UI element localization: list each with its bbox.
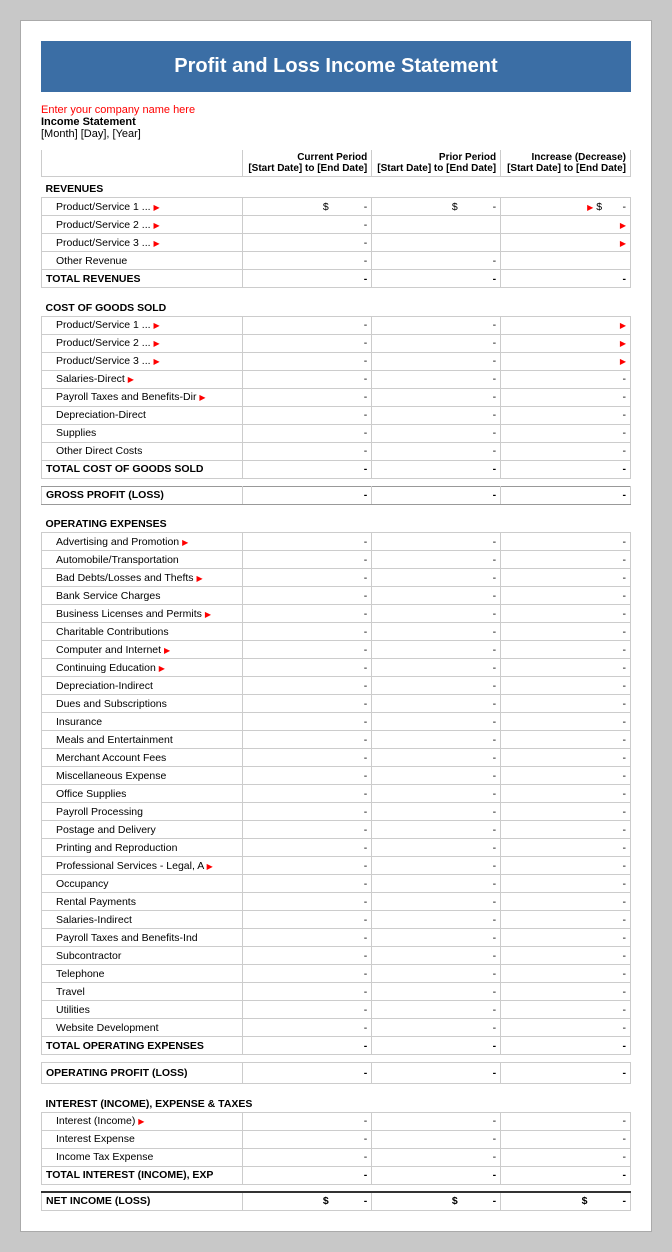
- list-item: Other Revenue - -: [42, 252, 631, 270]
- list-item: Postage and Delivery - - -: [42, 821, 631, 839]
- list-item: Interest (Income) ▶ - - -: [42, 1112, 631, 1130]
- list-item: Office Supplies - - -: [42, 785, 631, 803]
- list-item: Rental Payments - - -: [42, 893, 631, 911]
- list-item: Product/Service 1 ... ▶ $ - $ - ▶ $ -: [42, 198, 631, 216]
- list-item: Depreciation-Indirect - - -: [42, 677, 631, 695]
- company-name-placeholder[interactable]: Enter your company name here: [41, 104, 195, 116]
- spacer: [42, 504, 631, 512]
- list-item: Professional Services - Legal, A ▶ - - -: [42, 857, 631, 875]
- list-item: Product/Service 1 ... ▶ - - ▶: [42, 316, 631, 334]
- list-item: Payroll Taxes and Benefits-Ind - - -: [42, 929, 631, 947]
- total-interest-label: TOTAL INTEREST (INCOME), EXP: [42, 1166, 243, 1184]
- list-item: Printing and Reproduction - - -: [42, 839, 631, 857]
- list-item: Merchant Account Fees - - -: [42, 749, 631, 767]
- list-item: Payroll Processing - - -: [42, 803, 631, 821]
- list-item: Continuing Education ▶ - - -: [42, 659, 631, 677]
- list-item: Website Development - - -: [42, 1019, 631, 1037]
- income-statement-table: Current Period [Start Date] to [End Date…: [41, 150, 631, 1211]
- list-item: Interest Expense - - -: [42, 1130, 631, 1148]
- header-row: Current Period [Start Date] to [End Date…: [42, 150, 631, 177]
- page-title: Profit and Loss Income Statement: [174, 55, 497, 77]
- gross-profit-label: GROSS PROFIT (LOSS): [42, 486, 243, 504]
- list-item: Utilities - - -: [42, 1001, 631, 1019]
- list-item: Bank Service Charges - - -: [42, 587, 631, 605]
- list-item: Automobile/Transportation - - -: [42, 551, 631, 569]
- company-section: Enter your company name here Income Stat…: [41, 104, 631, 140]
- list-item: Telephone - - -: [42, 965, 631, 983]
- list-item: Income Tax Expense - - -: [42, 1148, 631, 1166]
- total-cogs-row: TOTAL COST OF GOODS SOLD - - -: [42, 460, 631, 478]
- current-period-header: Current Period [Start Date] to [End Date…: [243, 150, 372, 177]
- operating-profit-row: OPERATING PROFIT (LOSS) - - -: [42, 1063, 631, 1084]
- total-cogs-label: TOTAL COST OF GOODS SOLD: [42, 460, 243, 478]
- opex-header: OPERATING EXPENSES: [42, 512, 631, 533]
- net-income-row: NET INCOME (LOSS) $ - $ - $ -: [42, 1192, 631, 1210]
- list-item: Computer and Internet ▶ - - -: [42, 641, 631, 659]
- list-item: Travel - - -: [42, 983, 631, 1001]
- list-item: Bad Debts/Losses and Thefts ▶ - - -: [42, 569, 631, 587]
- title-bar: Profit and Loss Income Statement: [41, 41, 631, 92]
- list-item: Product/Service 3 ... ▶ - ▶: [42, 234, 631, 252]
- total-interest-row: TOTAL INTEREST (INCOME), EXP - - -: [42, 1166, 631, 1184]
- page: Profit and Loss Income Statement Enter y…: [20, 20, 652, 1232]
- increase-header: Increase (Decrease) [Start Date] to [End…: [501, 150, 631, 177]
- statement-title: Income Statement: [41, 116, 631, 128]
- list-item: Charitable Contributions - - -: [42, 623, 631, 641]
- list-item: Insurance - - -: [42, 713, 631, 731]
- spacer: [42, 1084, 631, 1092]
- list-item: Subcontractor - - -: [42, 947, 631, 965]
- list-item: Meals and Entertainment - - -: [42, 731, 631, 749]
- list-item: Salaries-Direct ▶ - - -: [42, 370, 631, 388]
- list-item: Payroll Taxes and Benefits-Dir ▶ - - -: [42, 388, 631, 406]
- total-opex-label: TOTAL OPERATING EXPENSES: [42, 1037, 243, 1055]
- opex-header-row: OPERATING EXPENSES: [42, 512, 631, 533]
- list-item: Supplies - - -: [42, 424, 631, 442]
- list-item: Business Licenses and Permits ▶ - - -: [42, 605, 631, 623]
- spacer: [42, 1184, 631, 1192]
- interest-header: INTEREST (INCOME), EXPENSE & TAXES: [42, 1092, 631, 1113]
- cogs-header-row: COST OF GOODS SOLD: [42, 296, 631, 317]
- spacer: [42, 478, 631, 486]
- total-revenues-label: TOTAL REVENUES: [42, 270, 243, 288]
- label-col-header: [42, 150, 243, 177]
- list-item: Miscellaneous Expense - - -: [42, 767, 631, 785]
- prior-period-header: Prior Period [Start Date] to [End Date]: [372, 150, 501, 177]
- list-item: Salaries-Indirect - - -: [42, 911, 631, 929]
- revenues-header-row: REVENUES: [42, 177, 631, 198]
- list-item: Product/Service 2 ... ▶ - - ▶: [42, 334, 631, 352]
- interest-header-row: INTEREST (INCOME), EXPENSE & TAXES: [42, 1092, 631, 1113]
- list-item: Occupancy - - -: [42, 875, 631, 893]
- list-item: Advertising and Promotion ▶ - - -: [42, 533, 631, 551]
- revenues-header: REVENUES: [42, 177, 631, 198]
- operating-profit-label: OPERATING PROFIT (LOSS): [42, 1063, 243, 1084]
- net-income-label: NET INCOME (LOSS): [42, 1192, 243, 1210]
- gross-profit-row: GROSS PROFIT (LOSS) - - -: [42, 486, 631, 504]
- list-item: Product/Service 3 ... ▶ - - ▶: [42, 352, 631, 370]
- list-item: Depreciation-Direct - - -: [42, 406, 631, 424]
- list-item: Product/Service 2 ... ▶ - ▶: [42, 216, 631, 234]
- list-item: Dues and Subscriptions - - -: [42, 695, 631, 713]
- spacer: [42, 288, 631, 296]
- list-item: Other Direct Costs - - -: [42, 442, 631, 460]
- cogs-header: COST OF GOODS SOLD: [42, 296, 631, 317]
- spacer: [42, 1055, 631, 1063]
- date-line: [Month] [Day], [Year]: [41, 128, 631, 140]
- total-revenues-row: TOTAL REVENUES - - -: [42, 270, 631, 288]
- total-opex-row: TOTAL OPERATING EXPENSES - - -: [42, 1037, 631, 1055]
